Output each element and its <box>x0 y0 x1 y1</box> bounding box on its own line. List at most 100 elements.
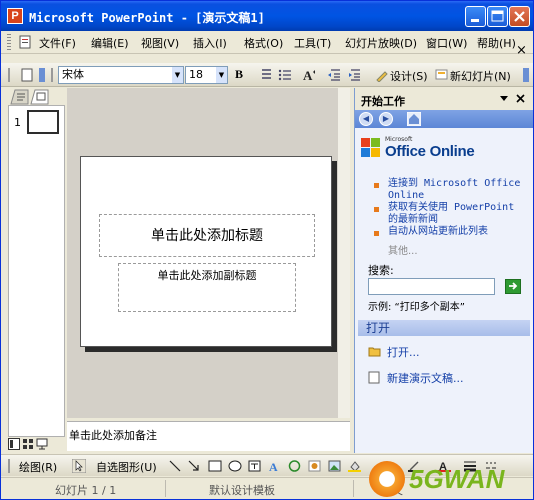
menu-bar: 文件(F) 编辑(E) 视图(V) 插入(I) 格式(O) 工具(T) 幻灯片放… <box>1 31 533 58</box>
bullet-icon <box>374 207 379 212</box>
rectangle-icon[interactable] <box>208 460 222 472</box>
close-icon <box>514 11 525 22</box>
menu-help[interactable]: 帮助(H) <box>477 35 516 51</box>
design-template-status: 默认设计模板 <box>209 484 275 497</box>
link-connect-office-online[interactable]: 连接到 Microsoft Office Online <box>388 178 530 202</box>
increase-font-icon[interactable]: A <box>302 68 316 82</box>
slide-thumbnail[interactable] <box>26 109 60 135</box>
menu-tools[interactable]: 工具(T) <box>294 35 331 51</box>
decrease-indent-icon[interactable] <box>327 68 341 82</box>
more-link[interactable]: 其他... <box>388 242 418 257</box>
window-title: Microsoft PowerPoint - [演示文稿1] <box>29 11 265 25</box>
slides-tab-icon[interactable] <box>30 89 50 105</box>
formatting-toolbar: 宋体 ▼ 18 ▼ B A 设计(S) 新幻灯片(N) <box>1 63 533 87</box>
chevron-down-icon[interactable]: ▼ <box>172 67 183 83</box>
slide-thumbnails-panel: 1 <box>8 105 65 437</box>
slide-number: 1 <box>14 116 21 129</box>
menu-format[interactable]: 格式(O) <box>244 35 283 51</box>
task-pane-header: 开始工作 <box>355 88 533 110</box>
minimize-button[interactable] <box>465 6 486 27</box>
menu-slideshow[interactable]: 幻灯片放映(D) <box>345 35 417 51</box>
new-presentation-icon <box>368 371 380 384</box>
numbered-list-icon[interactable] <box>259 68 273 82</box>
maximize-button[interactable] <box>487 6 508 27</box>
autoshapes-button[interactable]: 自选图形(U) <box>96 459 157 475</box>
new-slide-button[interactable]: 新幻灯片(N) <box>450 68 511 84</box>
outline-tab-icon[interactable] <box>10 89 30 105</box>
task-pane-body: Microsoft Office Online 连接到 Microsoft Of… <box>355 128 533 453</box>
menu-insert[interactable]: 插入(I) <box>193 35 227 51</box>
document-close-icon[interactable]: × <box>516 43 527 58</box>
new-slide-icon[interactable] <box>435 68 449 82</box>
font-size-combo[interactable]: 18 ▼ <box>185 66 228 84</box>
notes-placeholder: 单击此处添加备注 <box>69 429 157 442</box>
back-icon[interactable]: ◀ <box>359 112 373 126</box>
status-divider <box>165 480 166 497</box>
link-latest-news[interactable]: 获取有关使用 PowerPoint 的最新新闻 <box>388 202 530 226</box>
fill-color-icon[interactable] <box>348 460 361 472</box>
clipart-icon[interactable] <box>308 460 321 472</box>
site-watermark: 5GWAN <box>369 459 533 499</box>
home-icon[interactable] <box>407 112 421 126</box>
forward-icon[interactable]: ▶ <box>379 112 393 126</box>
picture-icon[interactable] <box>328 460 341 472</box>
menu-edit[interactable]: 编辑(E) <box>91 35 129 51</box>
maximize-icon <box>491 10 504 22</box>
wordart-icon[interactable]: A <box>268 460 281 472</box>
powerpoint-app-icon[interactable]: P <box>7 8 23 24</box>
chevron-down-icon[interactable]: ▼ <box>216 67 227 83</box>
arrow-right-icon <box>509 282 518 290</box>
search-example: 示例: “打印多个副本” <box>368 302 465 313</box>
title-bar[interactable]: P Microsoft PowerPoint - [演示文稿1] <box>1 1 533 31</box>
chevron-down-icon[interactable] <box>500 96 508 102</box>
svg-text:A: A <box>303 68 313 82</box>
slide-canvas[interactable]: 单击此处添加标题 单击此处添加副标题 <box>80 156 332 347</box>
arrow-icon[interactable] <box>188 460 200 472</box>
bulleted-list-icon[interactable] <box>278 68 292 82</box>
close-button[interactable] <box>509 6 530 27</box>
menu-window[interactable]: 窗口(W) <box>426 35 467 51</box>
subtitle-placeholder[interactable]: 单击此处添加副标题 <box>118 263 296 312</box>
view-buttons <box>8 438 64 451</box>
design-button[interactable]: 设计(S) <box>390 68 428 84</box>
new-presentation-link[interactable]: 新建演示文稿... <box>387 370 464 386</box>
font-size-value: 18 <box>189 68 203 81</box>
search-go-button[interactable] <box>505 279 521 294</box>
menu-file[interactable]: 文件(F) <box>39 35 76 51</box>
menu-view[interactable]: 视图(V) <box>141 35 179 51</box>
task-pane: 开始工作 ◀ ▶ Microsoft Office Online 连接到 Mic… <box>354 88 533 453</box>
bullet-icon <box>374 183 379 188</box>
search-input[interactable] <box>368 278 495 295</box>
menu-grip[interactable] <box>7 34 11 51</box>
font-name-combo[interactable]: 宋体 ▼ <box>58 66 184 84</box>
design-icon[interactable] <box>375 68 389 82</box>
office-brand-small: Microsoft <box>385 136 413 143</box>
diagram-icon[interactable] <box>288 460 301 472</box>
toolbar-grip-icon[interactable] <box>7 68 21 82</box>
notes-pane[interactable]: 单击此处添加备注 <box>67 421 350 451</box>
line-icon[interactable] <box>169 460 181 472</box>
bold-button[interactable]: B <box>235 67 243 82</box>
toolbar-options-icon[interactable] <box>38 68 46 82</box>
increase-indent-icon[interactable] <box>347 68 361 82</box>
toolbar-grip-icon-2[interactable] <box>50 68 56 82</box>
new-document-icon[interactable] <box>20 68 34 82</box>
link-auto-update[interactable]: 自动从网站更新此列表 <box>388 226 530 238</box>
close-icon[interactable] <box>516 94 525 103</box>
toolbar-grip-icon[interactable] <box>7 459 11 473</box>
bullet-icon <box>374 231 379 236</box>
normal-view-icon[interactable] <box>8 438 20 450</box>
menu-icon-item[interactable] <box>18 35 32 52</box>
minimize-icon <box>471 19 479 22</box>
textbox-icon[interactable] <box>248 460 261 472</box>
vertical-scrollbar[interactable] <box>338 88 350 418</box>
oval-icon[interactable] <box>228 460 242 472</box>
title-placeholder[interactable]: 单击此处添加标题 <box>99 214 315 257</box>
toolbar-options-icon-2[interactable] <box>522 68 530 82</box>
slideshow-view-icon[interactable] <box>36 438 48 450</box>
draw-menu-button[interactable]: 绘图(R) <box>19 459 57 475</box>
slide-sorter-view-icon[interactable] <box>22 438 34 450</box>
open-link[interactable]: 打开... <box>387 344 420 360</box>
select-objects-icon[interactable] <box>72 459 86 473</box>
open-folder-icon <box>368 347 381 357</box>
